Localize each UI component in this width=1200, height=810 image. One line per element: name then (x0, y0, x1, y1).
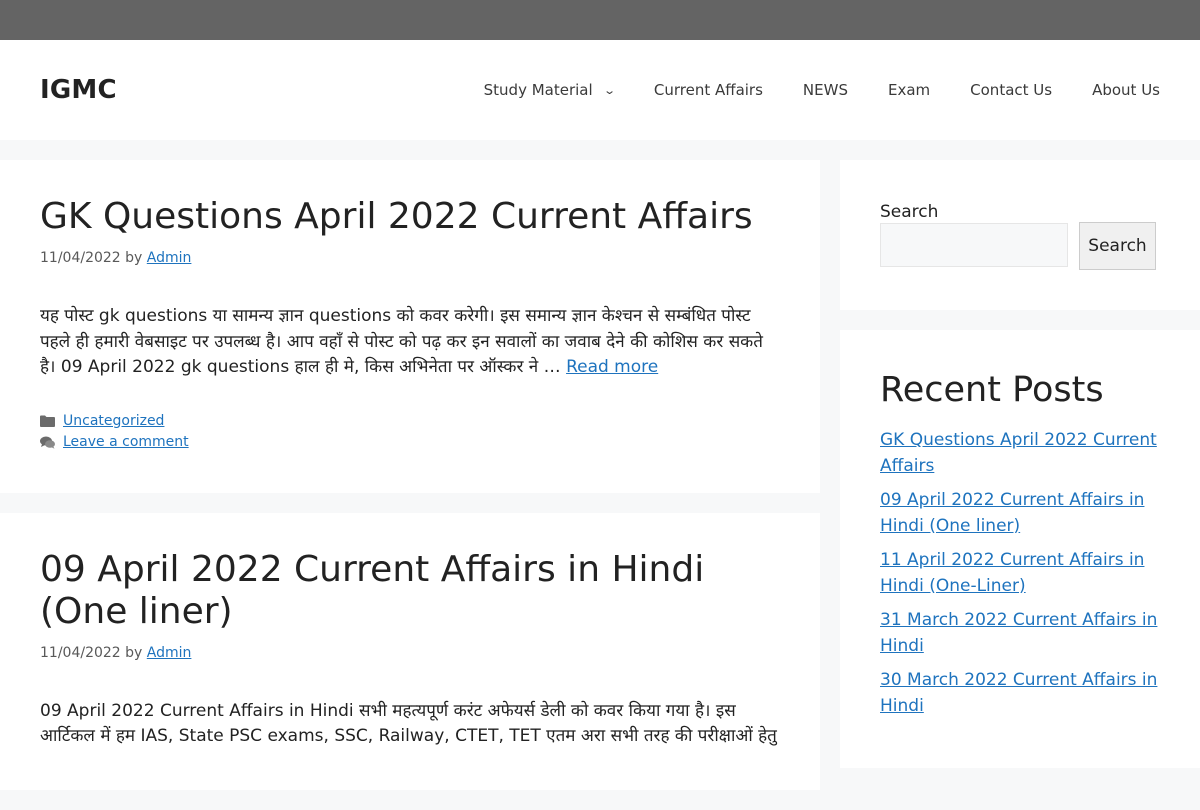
comments-icon (40, 435, 56, 449)
search-input[interactable] (880, 223, 1068, 267)
recent-post-link[interactable]: 31 March 2022 Current Affairs in Hindi (880, 610, 1157, 656)
recent-post-link[interactable]: 30 March 2022 Current Affairs in Hindi (880, 670, 1157, 716)
list-item: 09 April 2022 Current Affairs in Hindi (… (880, 488, 1160, 539)
post-title[interactable]: 09 April 2022 Current Affairs in Hindi (… (40, 549, 780, 633)
post-meta: 11/04/2022 by Admin (40, 645, 780, 661)
list-item: 30 March 2022 Current Affairs in Hindi (880, 668, 1160, 719)
main-nav: Study Material ⌄ Current Affairs NEWS Ex… (484, 40, 1160, 140)
post-excerpt: 09 April 2022 Current Affairs in Hindi स… (40, 699, 780, 750)
post-footer: Uncategorized Leave a comment (40, 411, 780, 453)
nav-item-label: Contact Us (970, 81, 1053, 99)
post-title[interactable]: GK Questions April 2022 Current Affairs (40, 196, 780, 238)
nav-item-label: Current Affairs (653, 81, 763, 99)
comment-link[interactable]: Leave a comment (63, 432, 189, 453)
nav-item-contact-us[interactable]: Contact Us (970, 81, 1052, 99)
author-link[interactable]: Admin (147, 250, 192, 266)
list-item: GK Questions April 2022 Current Affairs (880, 428, 1160, 479)
post-category-row: Uncategorized (40, 411, 780, 432)
post-date: 11/04/2022 (40, 644, 121, 661)
nav-item-study-material[interactable]: Study Material ⌄ (483, 81, 616, 99)
sidebar: Search Search Recent Posts GK Questions … (840, 160, 1200, 788)
post-article: GK Questions April 2022 Current Affairs … (0, 160, 820, 493)
read-more-link[interactable]: Read more (566, 357, 658, 377)
nav-item-label: About Us (1092, 81, 1160, 99)
post-by: by (125, 250, 143, 266)
chevron-down-icon: ⌄ (602, 83, 616, 97)
recent-posts-list: GK Questions April 2022 Current Affairs … (880, 428, 1160, 719)
nav-item-exam[interactable]: Exam (888, 81, 930, 99)
post-article: 09 April 2022 Current Affairs in Hindi (… (0, 512, 820, 790)
top-bar (0, 0, 1200, 40)
nav-item-about-us[interactable]: About Us (1092, 81, 1160, 99)
nav-item-label: Exam (887, 81, 931, 99)
main-content: GK Questions April 2022 Current Affairs … (0, 160, 820, 810)
folder-icon (40, 414, 56, 428)
recent-post-link[interactable]: 09 April 2022 Current Affairs in Hindi (… (880, 490, 1144, 536)
search-button[interactable]: Search (1079, 222, 1156, 270)
recent-posts-widget: Recent Posts GK Questions April 2022 Cur… (840, 330, 1200, 768)
category-link[interactable]: Uncategorized (63, 411, 164, 432)
list-item: 31 March 2022 Current Affairs in Hindi (880, 608, 1160, 659)
post-title-text: 09 April 2022 Current Affairs in Hindi (… (40, 548, 705, 632)
post-title-text: GK Questions April 2022 Current Affairs (40, 196, 753, 237)
site-header: IGMC Study Material ⌄ Current Affairs NE… (0, 40, 1200, 140)
nav-item-current-affairs[interactable]: Current Affairs (654, 81, 763, 99)
author-link[interactable]: Admin (147, 645, 192, 661)
recent-post-link[interactable]: GK Questions April 2022 Current Affairs (880, 430, 1157, 476)
recent-posts-title: Recent Posts (880, 370, 1104, 410)
post-by: by (125, 644, 143, 661)
search-label: Search (880, 202, 939, 222)
nav-item-label: NEWS (802, 81, 848, 99)
post-meta: 11/04/2022 by Admin (40, 250, 780, 266)
nav-item-news[interactable]: NEWS (803, 81, 848, 99)
post-excerpt-text: 09 April 2022 Current Affairs in Hindi स… (40, 700, 777, 747)
search-form: Search (880, 222, 1160, 270)
site-logo[interactable]: IGMC (40, 75, 117, 105)
nav-item-label: Study Material (483, 81, 593, 99)
recent-post-link[interactable]: 11 April 2022 Current Affairs in Hindi (… (880, 550, 1144, 596)
post-excerpt: यह पोस्ट gk questions या सामन्य ज्ञान qu… (40, 304, 780, 381)
post-comment-row: Leave a comment (40, 432, 780, 453)
post-date: 11/04/2022 (40, 250, 121, 266)
list-item: 11 April 2022 Current Affairs in Hindi (… (880, 548, 1160, 599)
search-widget: Search Search (840, 160, 1200, 310)
